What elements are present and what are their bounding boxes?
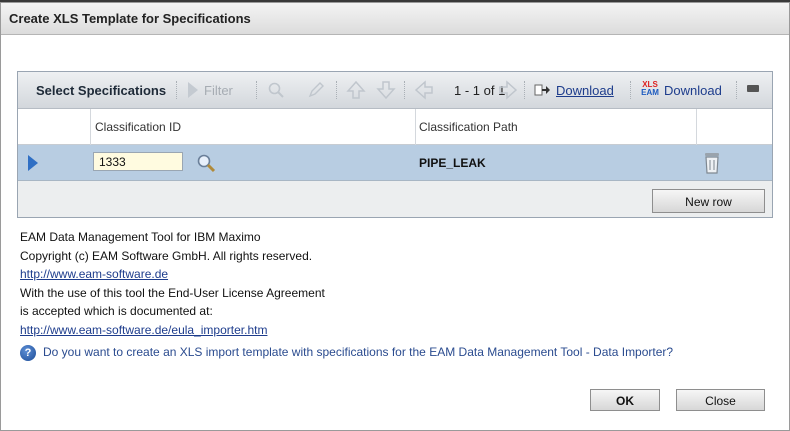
classification-path-value: PIPE_LEAK bbox=[419, 155, 486, 170]
confirmation-question: Do you want to create an XLS import temp… bbox=[43, 345, 674, 359]
table-title: Select Specifications bbox=[36, 82, 167, 98]
separator bbox=[404, 81, 406, 99]
product-name: EAM Data Management Tool for IBM Maximo bbox=[20, 230, 261, 244]
dialog-title: Create XLS Template for Specifications bbox=[9, 11, 251, 26]
prev-page-icon[interactable] bbox=[414, 80, 434, 100]
website-link[interactable]: http://www.eam-software.de bbox=[20, 267, 168, 281]
new-row-button[interactable]: New row bbox=[652, 189, 765, 213]
row-select-icon[interactable] bbox=[28, 155, 38, 171]
dialog-titlebar[interactable]: Create XLS Template for Specifications bbox=[1, 3, 789, 35]
next-page-icon[interactable] bbox=[498, 80, 518, 100]
copyright: Copyright (c) EAM Software GmbH. All rig… bbox=[20, 249, 313, 263]
separator bbox=[176, 81, 178, 99]
separator bbox=[256, 81, 258, 99]
lookup-icon[interactable] bbox=[196, 153, 216, 173]
license-text-line1: With the use of this tool the End-User L… bbox=[20, 286, 325, 300]
help-icon: ? bbox=[20, 345, 36, 361]
download-icon[interactable] bbox=[534, 82, 550, 98]
table-footer: New row bbox=[18, 181, 772, 217]
separator bbox=[736, 81, 738, 99]
eula-link[interactable]: http://www.eam-software.de/eula_importer… bbox=[20, 323, 267, 337]
table-toolbar: Select Specifications Filter 1 - 1 of 1 … bbox=[18, 72, 772, 109]
table-row[interactable]: PIPE_LEAK bbox=[18, 145, 772, 181]
specifications-panel: Select Specifications Filter 1 - 1 of 1 … bbox=[17, 71, 773, 218]
download-link[interactable]: Download bbox=[556, 72, 614, 108]
table-header: Classification ID Classification Path bbox=[18, 109, 772, 145]
column-header-classification-id[interactable]: Classification ID bbox=[95, 109, 181, 144]
delete-icon[interactable] bbox=[701, 151, 723, 175]
find-icon[interactable] bbox=[268, 82, 284, 98]
filter-icon bbox=[188, 82, 198, 98]
close-button[interactable]: Close bbox=[676, 389, 765, 411]
ok-button[interactable]: OK bbox=[590, 389, 660, 411]
up-icon[interactable] bbox=[346, 80, 366, 100]
xls-download-button[interactable]: Download bbox=[664, 72, 722, 108]
xls-eam-icon: XLS EAM bbox=[641, 80, 659, 97]
filter-label: Filter bbox=[204, 82, 233, 98]
edit-icon[interactable] bbox=[308, 82, 324, 98]
separator bbox=[336, 81, 338, 99]
separator bbox=[524, 81, 526, 99]
filter-button[interactable]: Filter bbox=[188, 72, 233, 108]
column-header-classification-path[interactable]: Classification Path bbox=[419, 109, 518, 144]
down-icon[interactable] bbox=[376, 80, 396, 100]
classification-id-input[interactable] bbox=[93, 152, 183, 171]
minimize-icon[interactable] bbox=[747, 85, 759, 92]
license-text-line2: is accepted which is documented at: bbox=[20, 304, 213, 318]
separator bbox=[630, 81, 632, 99]
dialog: Create XLS Template for Specifications S… bbox=[0, 2, 790, 431]
